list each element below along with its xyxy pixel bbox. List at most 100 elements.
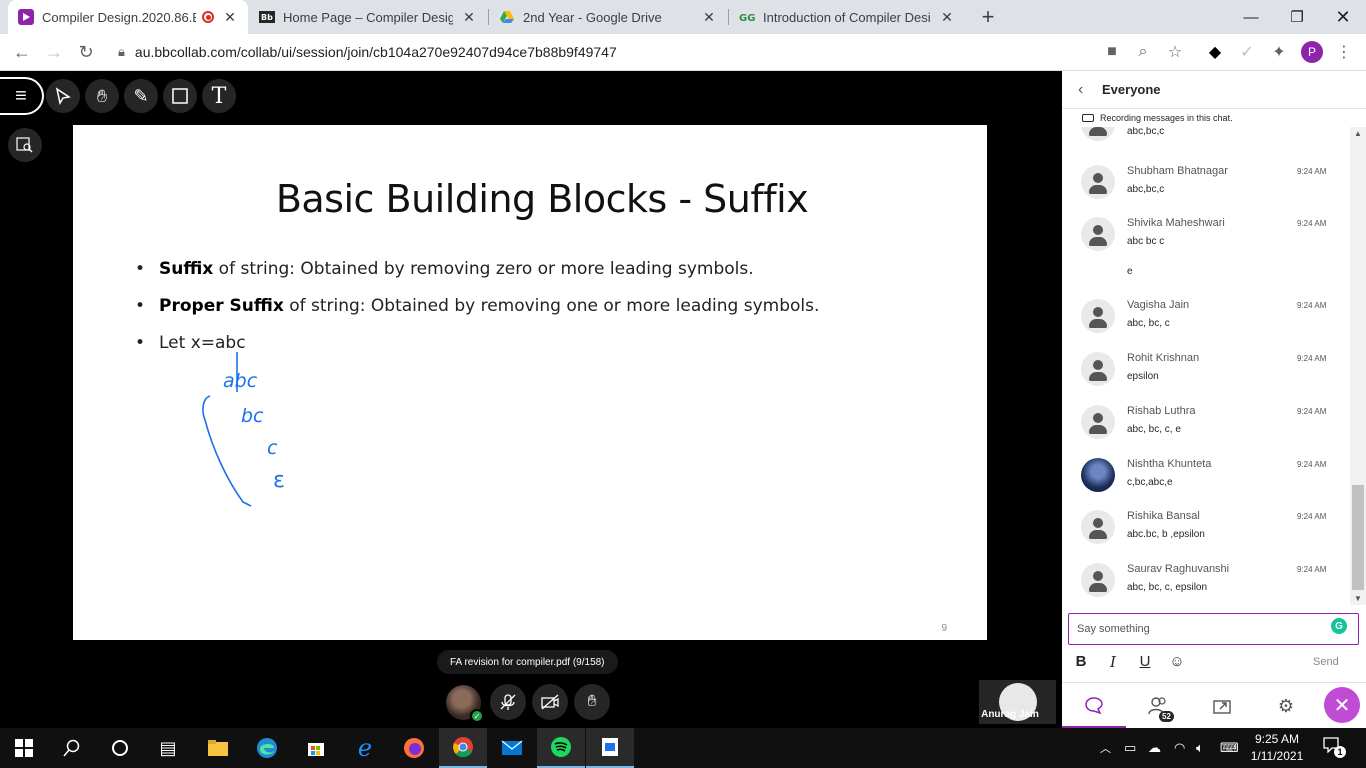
volume-icon[interactable]: 🔈︎ bbox=[1196, 728, 1204, 768]
notification-count-badge: 1 bbox=[1334, 746, 1346, 758]
microphone-muted-icon[interactable] bbox=[490, 684, 526, 720]
mail-icon[interactable] bbox=[488, 728, 536, 768]
user-avatar-icon bbox=[1081, 352, 1115, 386]
search-icon[interactable] bbox=[48, 728, 96, 768]
extension-check-icon[interactable]: ✓ bbox=[1235, 40, 1259, 64]
user-avatar-icon bbox=[1081, 127, 1115, 141]
participant-video-tile[interactable]: Anurag Jain bbox=[979, 680, 1056, 724]
settings-gear-icon[interactable]: ⚙ bbox=[1254, 683, 1318, 729]
underline-format-button[interactable]: U bbox=[1135, 653, 1155, 670]
chrome-menu-icon[interactable]: ⋮ bbox=[1332, 40, 1356, 64]
bold-format-button[interactable]: B bbox=[1071, 653, 1091, 670]
svg-text:GG: GG bbox=[739, 13, 755, 24]
chat-scrollbar[interactable]: ▲ ▼ bbox=[1350, 127, 1366, 605]
extensions-puzzle-icon[interactable]: ✦ bbox=[1267, 40, 1291, 64]
back-button[interactable]: ← bbox=[10, 40, 34, 64]
raise-hand-icon[interactable]: ✋︎ bbox=[574, 684, 610, 720]
show-hidden-icons[interactable]: ︿ bbox=[1100, 728, 1111, 768]
italic-format-button[interactable]: I bbox=[1103, 653, 1123, 671]
internet-explorer-icon[interactable]: e bbox=[341, 728, 389, 768]
message-time: 9:24 AM bbox=[1297, 219, 1327, 228]
photos-app-icon[interactable] bbox=[586, 728, 634, 768]
slide-title: Basic Building Blocks - Suffix bbox=[275, 177, 809, 221]
edge-browser-icon[interactable] bbox=[243, 728, 291, 768]
minimize-button[interactable]: — bbox=[1228, 0, 1274, 34]
camera-off-icon[interactable] bbox=[532, 684, 568, 720]
chrome-icon[interactable] bbox=[439, 728, 487, 768]
scroll-up-icon[interactable]: ▲ bbox=[1354, 129, 1362, 138]
file-explorer-icon[interactable] bbox=[194, 728, 242, 768]
text-tool-icon[interactable]: T bbox=[202, 79, 236, 113]
collab-favicon-icon bbox=[18, 9, 34, 25]
new-tab-button[interactable]: + bbox=[976, 4, 1000, 30]
bullet-bold-term: Suffix bbox=[159, 259, 214, 279]
restore-button[interactable]: ❐ bbox=[1274, 0, 1320, 34]
windows-taskbar: ▤ e ︿ ▭ ☁ ◠ 🔈︎ ⌨ 9:25 AM 1/11/2021 1 bbox=[0, 728, 1366, 768]
cortana-icon[interactable] bbox=[96, 728, 144, 768]
tab-title: Compiler Design.2020.86.BT- bbox=[42, 9, 196, 25]
zoom-icon[interactable]: ⌕ bbox=[1131, 40, 1155, 64]
zoom-slide-icon[interactable] bbox=[8, 128, 42, 162]
extension-diamond-icon[interactable]: ◆ bbox=[1203, 40, 1227, 64]
share-content-tab-icon[interactable] bbox=[1190, 683, 1254, 729]
message-time: 9:24 AM bbox=[1297, 167, 1327, 176]
chat-message-list[interactable]: abc,bc,c Shubham Bhatnagar 9:24 AM abc,b… bbox=[1062, 127, 1350, 607]
bookmark-star-icon[interactable]: ☆ bbox=[1163, 40, 1187, 64]
chat-message-input[interactable]: Say something bbox=[1068, 613, 1359, 645]
scrollbar-thumb[interactable] bbox=[1352, 485, 1364, 590]
recording-icon bbox=[202, 11, 214, 23]
svg-text:Bb: Bb bbox=[261, 13, 273, 22]
firefox-icon[interactable] bbox=[390, 728, 438, 768]
message-text: abc, bc, c, e bbox=[1127, 424, 1181, 435]
microsoft-store-icon[interactable] bbox=[292, 728, 340, 768]
tab-google-drive[interactable]: 2nd Year - Google Drive ✕ bbox=[489, 0, 727, 34]
pan-hand-tool-icon[interactable]: ✋︎ bbox=[85, 79, 119, 113]
window-close-button[interactable]: ✕ bbox=[1320, 0, 1366, 34]
onedrive-cloud-icon[interactable]: ☁ bbox=[1148, 728, 1161, 768]
my-avatar[interactable]: ✓ bbox=[446, 685, 484, 723]
forward-button[interactable]: → bbox=[42, 40, 66, 64]
tab-close-icon[interactable]: ✕ bbox=[701, 9, 717, 26]
attendees-tab-icon[interactable]: 52 bbox=[1126, 683, 1190, 729]
task-view-icon[interactable]: ▤ bbox=[144, 728, 192, 768]
select-tool-icon[interactable] bbox=[46, 79, 80, 113]
tab-close-icon[interactable]: ✕ bbox=[222, 9, 238, 26]
message-time: 9:24 AM bbox=[1297, 301, 1327, 310]
chat-tab-icon[interactable] bbox=[1062, 683, 1126, 729]
reload-button[interactable]: ↻ bbox=[74, 40, 98, 64]
user-avatar-icon bbox=[1081, 299, 1115, 333]
keyboard-icon[interactable]: ⌨ bbox=[1220, 728, 1239, 768]
tab-intro-compiler-design[interactable]: GG Introduction of Compiler Design ✕ bbox=[729, 0, 965, 34]
action-center-icon[interactable]: 1 bbox=[1323, 737, 1346, 759]
scroll-down-icon[interactable]: ▼ bbox=[1354, 594, 1362, 603]
recording-camera-icon bbox=[1082, 114, 1094, 122]
message-text: abc, bc, c, epsilon bbox=[1127, 582, 1208, 593]
chevron-left-icon[interactable]: ‹ bbox=[1078, 81, 1102, 99]
tab-close-icon[interactable]: ✕ bbox=[939, 9, 955, 26]
file-name-label: FA revision for compiler.pdf (9/158) bbox=[437, 650, 618, 674]
user-avatar-icon bbox=[1081, 165, 1115, 199]
battery-icon[interactable]: ▭ bbox=[1124, 728, 1136, 768]
emoji-icon[interactable]: ☺ bbox=[1167, 653, 1187, 670]
shape-tool-icon[interactable] bbox=[163, 79, 197, 113]
session-menu-button[interactable]: ≡ bbox=[0, 77, 44, 115]
profile-avatar[interactable]: P bbox=[1301, 41, 1323, 63]
grammarly-icon[interactable]: G bbox=[1331, 618, 1347, 634]
blackboard-favicon-icon: Bb bbox=[259, 9, 275, 25]
pencil-tool-icon[interactable]: ✎ bbox=[124, 79, 158, 113]
send-button[interactable]: Send bbox=[1313, 656, 1339, 668]
taskbar-clock[interactable]: 9:25 AM 1/11/2021 bbox=[1242, 731, 1312, 765]
bullet-bold-term: Proper Suffix bbox=[159, 296, 284, 316]
windows-start-icon[interactable] bbox=[0, 728, 48, 768]
tab-close-icon[interactable]: ✕ bbox=[461, 9, 477, 26]
camera-icon[interactable]: ■ bbox=[1100, 40, 1124, 64]
address-bar[interactable]: 🔒︎ au.bbcollab.com/collab/ui/session/joi… bbox=[108, 37, 1200, 67]
sender-name: Shivika Maheshwari bbox=[1127, 217, 1225, 229]
close-panel-icon[interactable]: ✕ bbox=[1324, 687, 1360, 723]
sender-name: Rishika Bansal bbox=[1127, 510, 1200, 522]
tab-home-page[interactable]: Bb Home Page – Compiler Design.2C ✕ bbox=[249, 0, 487, 34]
spotify-icon[interactable] bbox=[537, 728, 585, 768]
tab-compiler-design-collab[interactable]: Compiler Design.2020.86.BT- ✕ bbox=[8, 0, 248, 34]
handwritten-suffix: bc bbox=[241, 405, 264, 427]
wifi-icon[interactable]: ◠ bbox=[1174, 728, 1185, 768]
